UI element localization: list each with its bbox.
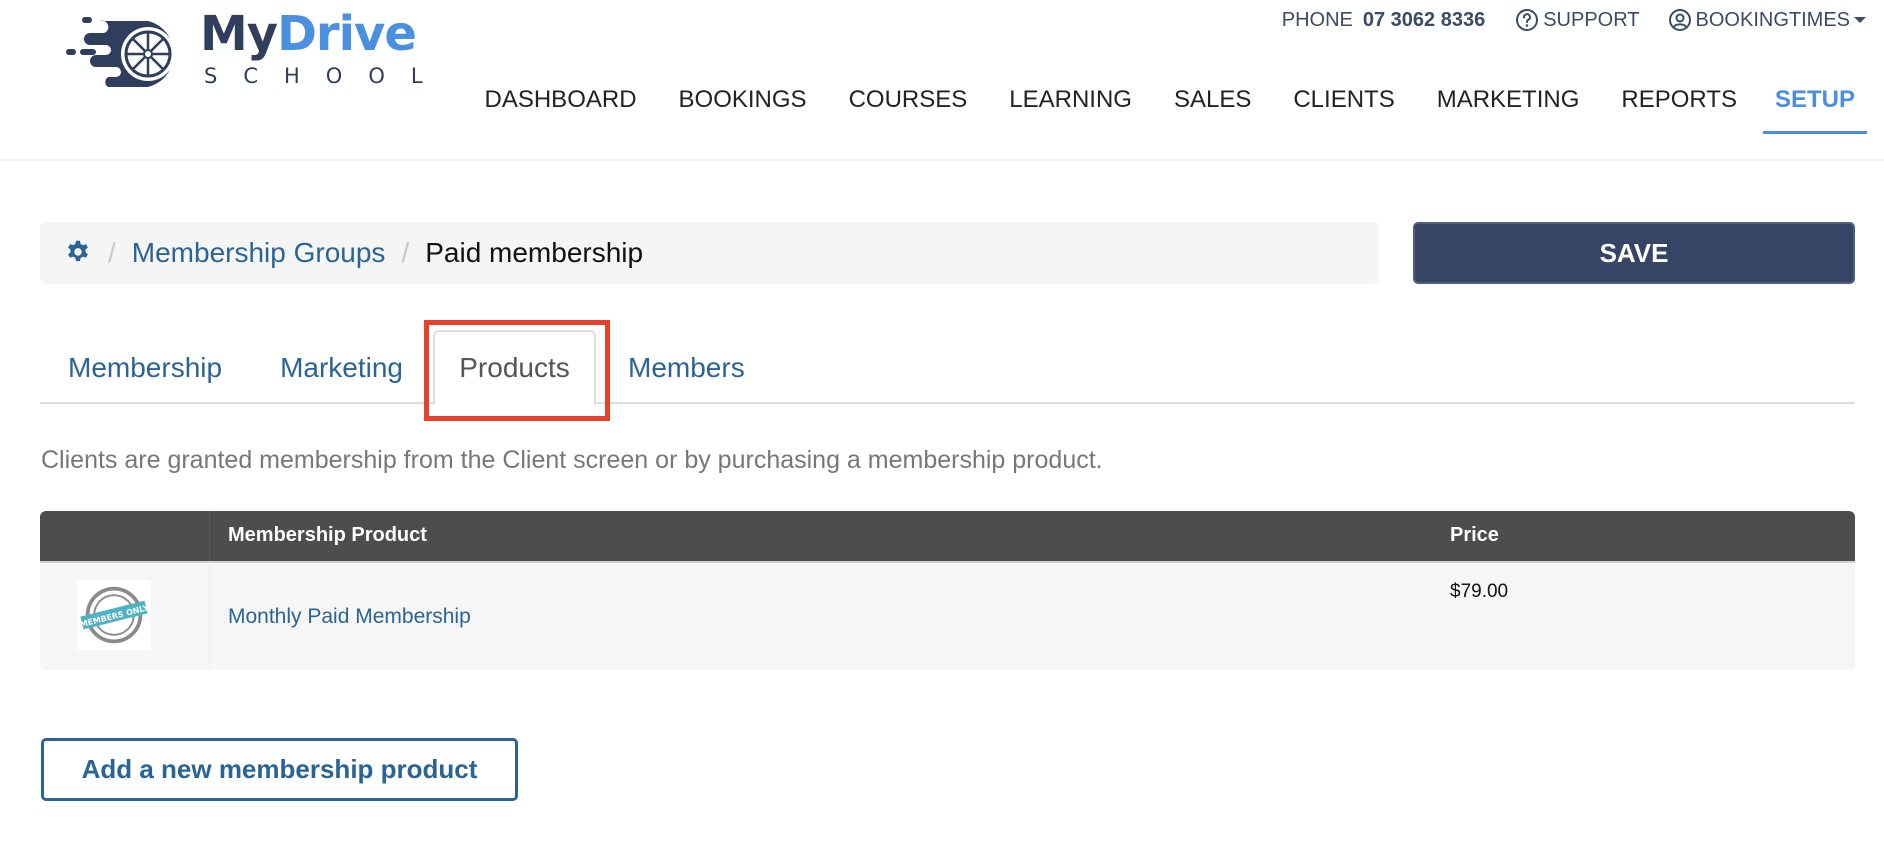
nav-item-bookings[interactable]: BOOKINGS xyxy=(675,86,811,134)
product-image-cell: MEMBERS ONLY xyxy=(40,563,210,670)
tab-marketing[interactable]: Marketing xyxy=(280,330,403,404)
breadcrumb-membership-groups[interactable]: Membership Groups xyxy=(132,237,386,269)
nav-item-dashboard[interactable]: DASHBOARD xyxy=(481,86,641,134)
nav-item-clients[interactable]: CLIENTS xyxy=(1289,86,1398,134)
tab-members[interactable]: Members xyxy=(628,330,745,404)
user-circle-icon xyxy=(1668,9,1691,31)
breadcrumb: / Membership Groups / Paid membership xyxy=(40,222,1379,284)
table-row[interactable]: MEMBERS ONLY Monthly Paid Membership $79… xyxy=(40,563,1855,670)
nav-item-setup[interactable]: SETUP xyxy=(1762,86,1867,134)
breadcrumb-current: Paid membership xyxy=(425,237,644,268)
question-circle-icon xyxy=(1516,9,1539,31)
tab-membership[interactable]: Membership xyxy=(68,330,222,404)
nav-item-reports[interactable]: REPORTS xyxy=(1617,86,1741,134)
phone-number[interactable]: 07 3062 8336 xyxy=(1363,9,1485,32)
logo[interactable]: MyDrive SCHOOL xyxy=(60,8,440,90)
breadcrumb-separator: / xyxy=(401,237,410,268)
product-thumbnail[interactable]: MEMBERS ONLY xyxy=(77,580,151,650)
caret-down-icon xyxy=(1854,17,1866,23)
wheel-logo-icon xyxy=(66,17,175,88)
top-links: PHONE 07 3062 8336 SUPPORT BOOKINGTIMES xyxy=(1282,6,1866,34)
brand-name-my: My xyxy=(200,6,278,62)
phone-label: PHONE xyxy=(1281,8,1353,31)
support-link[interactable]: SUPPORT xyxy=(1515,8,1640,32)
save-button[interactable]: SAVE xyxy=(1413,222,1855,284)
nav-item-sales[interactable]: SALES xyxy=(1170,86,1255,134)
header: MyDrive SCHOOL PHONE 07 3062 8336 SUPPOR… xyxy=(0,0,1884,161)
support-label: SUPPORT xyxy=(1543,8,1640,31)
brand-name-drive: Drive xyxy=(277,6,417,62)
brand-wordmark: MyDrive SCHOOL xyxy=(200,10,449,88)
nav-item-marketing[interactable]: MARKETING xyxy=(1433,86,1584,134)
column-header-image xyxy=(40,511,210,561)
account-label: BOOKINGTIMES xyxy=(1695,8,1850,31)
members-only-badge-icon: MEMBERS ONLY xyxy=(79,586,149,644)
tab-bar: Membership Marketing Products Members xyxy=(40,330,1855,406)
add-membership-product-button[interactable]: Add a new membership product xyxy=(41,738,518,801)
main-nav: DASHBOARD BOOKINGS COURSES LEARNING SALE… xyxy=(447,86,1867,134)
product-price: $79.00 xyxy=(1450,581,1509,602)
product-name-link[interactable]: Monthly Paid Membership xyxy=(210,563,1450,670)
column-header-price: Price xyxy=(1450,524,1499,546)
tab-products[interactable]: Products xyxy=(433,330,596,406)
nav-item-courses[interactable]: COURSES xyxy=(845,86,972,134)
nav-item-learning[interactable]: LEARNING xyxy=(1005,86,1136,134)
brand-subtitle: SCHOOL xyxy=(204,64,449,88)
products-description: Clients are granted membership from the … xyxy=(41,446,1103,474)
column-header-product: Membership Product xyxy=(228,524,427,546)
products-table: Membership Product Price MEMBERS ONLY Mo… xyxy=(40,511,1855,670)
gear-icon[interactable] xyxy=(64,239,92,267)
account-menu[interactable]: BOOKINGTIMES xyxy=(1668,8,1866,32)
table-header: Membership Product Price xyxy=(40,511,1855,563)
breadcrumb-separator: / xyxy=(108,237,116,268)
